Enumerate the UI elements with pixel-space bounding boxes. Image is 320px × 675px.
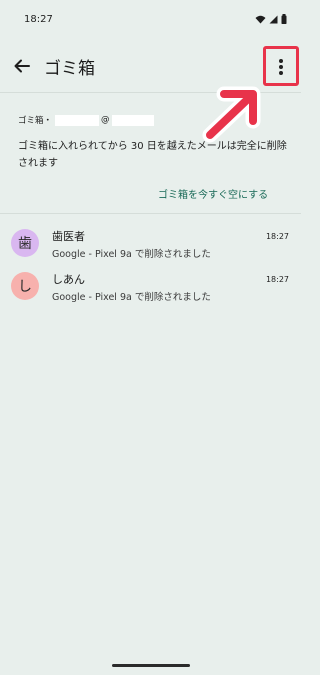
list-divider xyxy=(0,213,301,214)
home-indicator[interactable] xyxy=(112,664,190,667)
status-time: 18:27 xyxy=(24,14,53,25)
page-title: ゴミ箱 xyxy=(44,59,95,79)
sender-name: 歯医者 xyxy=(52,230,85,243)
redacted-email-user xyxy=(55,114,100,126)
more-vert-icon xyxy=(279,59,283,63)
mail-time: 18:27 xyxy=(265,232,289,241)
status-bar: 18:27 xyxy=(0,0,301,40)
mail-time: 18:27 xyxy=(265,275,289,284)
mail-item[interactable]: し しあん 18:27 Google - Pixel 9a で削除されました xyxy=(0,265,301,315)
empty-trash-button[interactable]: ゴミ箱を今すぐ空にする xyxy=(158,186,268,201)
account-label: ゴミ箱・ xyxy=(18,116,53,126)
highlight-arrow-icon xyxy=(202,86,261,143)
trash-screen: 18:27 ゴミ箱 ゴミ箱・ @ ゴミ箱に入れられてから 30 日を越えたメール… xyxy=(0,0,301,675)
status-icons xyxy=(255,14,287,24)
avatar: 歯 xyxy=(11,229,39,257)
avatar: し xyxy=(11,272,39,300)
signal-icon xyxy=(269,15,278,23)
back-arrow-icon[interactable] xyxy=(10,54,34,78)
overflow-menu-button[interactable] xyxy=(263,46,299,86)
more-vert-icon-dot xyxy=(279,71,283,75)
battery-icon xyxy=(281,14,287,24)
account-at: @ xyxy=(101,115,110,125)
more-vert-icon-dot xyxy=(279,65,283,69)
mail-snippet: Google - Pixel 9a で削除されました xyxy=(52,249,211,260)
redacted-email-domain xyxy=(111,114,154,126)
wifi-icon xyxy=(255,15,266,23)
trash-notice: ゴミ箱に入れられてから 30 日を越えたメールは完全に削除されます xyxy=(18,141,287,169)
sender-name: しあん xyxy=(52,273,85,286)
account-row: ゴミ箱・ @ xyxy=(18,114,154,126)
app-bar: ゴミ箱 xyxy=(0,48,301,88)
mail-snippet: Google - Pixel 9a で削除されました xyxy=(52,292,211,303)
